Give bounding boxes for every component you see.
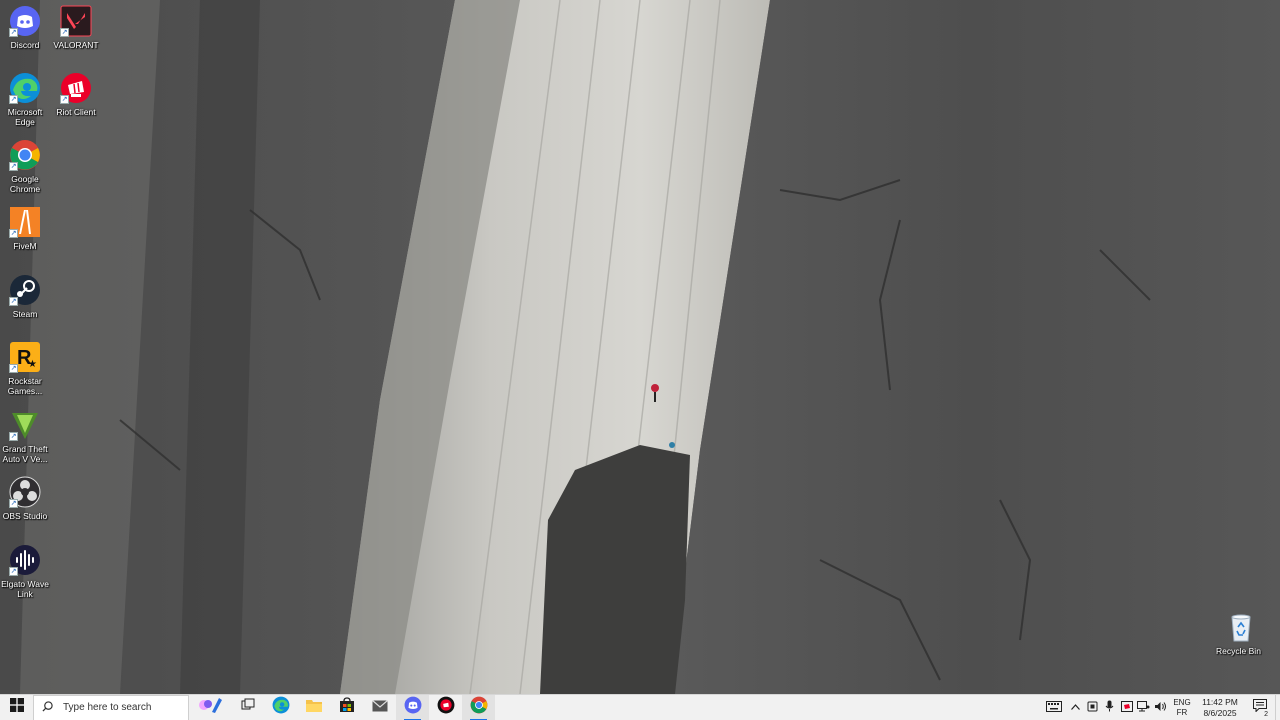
- svg-text:★: ★: [28, 359, 37, 370]
- riot-client-icon: [437, 696, 455, 719]
- desktop-icon-label: Recycle Bin: [1216, 646, 1261, 656]
- tray-riot-button[interactable]: [1118, 695, 1135, 720]
- notification-count-badge: 2: [1263, 710, 1269, 718]
- clock-time: 11:42 PM: [1202, 696, 1238, 707]
- desktop-icon-label: FiveM: [13, 241, 37, 251]
- shortcut-arrow-icon: ↗: [9, 567, 18, 576]
- taskbar-app-discord[interactable]: [396, 694, 429, 720]
- desktop-icon-google-chrome[interactable]: ↗ Google Chrome: [0, 139, 50, 194]
- shortcut-arrow-icon: ↗: [60, 28, 69, 37]
- desktop-icon-label: Riot Client: [56, 107, 96, 117]
- desktop-icon-recycle-bin[interactable]: Recycle Bin: [1216, 611, 1266, 656]
- fivem-icon: ↗: [9, 206, 41, 238]
- riot-client-icon: ↗: [60, 72, 92, 104]
- microsoft-store-icon: [339, 697, 355, 718]
- taskbar-search-box[interactable]: Type here to search: [33, 694, 189, 720]
- tray-microphone-button[interactable]: [1101, 695, 1118, 720]
- shortcut-arrow-icon: ↗: [9, 28, 18, 37]
- system-tray: ENG FR 11:42 PM 8/6/2025 2: [1041, 694, 1280, 720]
- taskbar: Type here to search ENG FR 11:42 PM 8/6/…: [0, 694, 1280, 720]
- desktop-icon-obs-studio[interactable]: ↗ OBS Studio: [0, 476, 50, 521]
- steam-icon: ↗: [9, 274, 41, 306]
- shortcut-arrow-icon: ↗: [9, 229, 18, 238]
- language-primary: ENG: [1173, 697, 1191, 707]
- touch-keyboard-icon: [1046, 700, 1062, 715]
- action-center-button[interactable]: 2: [1245, 695, 1275, 720]
- shortcut-arrow-icon: ↗: [9, 162, 18, 171]
- desktop-icon-steam[interactable]: ↗ Steam: [0, 274, 50, 319]
- desktop-icon-fivem[interactable]: ↗ FiveM: [0, 206, 50, 251]
- elgato-wave-link-icon: ↗: [9, 544, 41, 576]
- windows-start-icon: [9, 698, 24, 717]
- input-language-indicator[interactable]: ENG FR: [1169, 698, 1195, 718]
- desktop-icon-label: OBS Studio: [2, 511, 48, 521]
- shortcut-arrow-icon: ↗: [9, 499, 18, 508]
- valorant-icon: ↗: [60, 5, 92, 37]
- task-view-icon: [241, 698, 255, 717]
- taskbar-app-file-explorer[interactable]: [297, 695, 330, 720]
- riot-client-icon: [1120, 700, 1133, 715]
- start-button[interactable]: [0, 695, 33, 720]
- recycle-bin-icon: [1225, 611, 1257, 643]
- tray-app-button[interactable]: [1084, 695, 1101, 720]
- search-icon: [42, 700, 53, 715]
- desktop-wallpaper: [0, 0, 1280, 694]
- discord-icon: ↗: [9, 5, 41, 37]
- chevron-up-icon: [1071, 702, 1080, 713]
- desktop-icon-label: Steam: [12, 309, 38, 319]
- discord-icon: [404, 696, 422, 719]
- gta-v-icon: ↗: [9, 409, 41, 441]
- tray-volume-button[interactable]: [1152, 695, 1169, 720]
- tray-app-icon: [1087, 701, 1098, 715]
- taskbar-app-microsoft-store[interactable]: [330, 695, 363, 720]
- taskbar-app-chrome[interactable]: [462, 694, 495, 720]
- tray-network-button[interactable]: [1135, 695, 1152, 720]
- desktop-icon-label: VALORANT: [53, 40, 99, 50]
- shortcut-arrow-icon: ↗: [9, 364, 18, 373]
- mail-icon: [371, 699, 388, 717]
- file-explorer-icon: [305, 697, 323, 718]
- desktop-icon-elgato-wave-link[interactable]: ↗ Elgato Wave Link: [0, 544, 50, 599]
- language-secondary: FR: [1176, 707, 1188, 717]
- taskbar-app-edge[interactable]: [264, 695, 297, 720]
- show-desktop-button[interactable]: [1275, 694, 1280, 720]
- shortcut-arrow-icon: ↗: [9, 297, 18, 306]
- taskbar-app-mail[interactable]: [363, 695, 396, 720]
- desktop-icon-discord[interactable]: ↗ Discord: [0, 5, 50, 50]
- desktop-icon-label: Grand Theft Auto V Ve...: [2, 444, 48, 464]
- volume-icon: [1154, 701, 1167, 715]
- obs-icon: ↗: [9, 476, 41, 508]
- desktop-icon-microsoft-edge[interactable]: ↗ Microsoft Edge: [0, 72, 50, 127]
- desktop-icon-label: Microsoft Edge: [7, 107, 43, 127]
- network-icon: [1137, 700, 1150, 715]
- shortcut-arrow-icon: ↗: [9, 432, 18, 441]
- chrome-icon: ↗: [9, 139, 41, 171]
- microphone-icon: [1105, 700, 1114, 715]
- desktop-icon-label: Google Chrome: [9, 174, 41, 194]
- chrome-icon: [470, 696, 488, 719]
- desktop-icon-riot-client[interactable]: ↗ Riot Client: [51, 72, 101, 117]
- tray-keyboard-button[interactable]: [1041, 695, 1067, 720]
- desktop-icon-gta-v[interactable]: ↗ Grand Theft Auto V Ve...: [0, 409, 50, 464]
- desktop-icon-label: Elgato Wave Link: [1, 579, 49, 599]
- shortcut-arrow-icon: ↗: [60, 95, 69, 104]
- desktop-icon-label: Rockstar Games...: [7, 376, 43, 396]
- search-placeholder: Type here to search: [63, 702, 152, 713]
- taskbar-task-view[interactable]: [231, 695, 264, 720]
- taskbar-app-riot-client[interactable]: [429, 695, 462, 720]
- tray-overflow-button[interactable]: [1067, 695, 1084, 720]
- clock-date: 8/6/2025: [1203, 707, 1237, 718]
- search-highlight-button[interactable]: [189, 695, 231, 720]
- taskbar-clock[interactable]: 11:42 PM 8/6/2025: [1195, 697, 1245, 719]
- search-highlight-icon: [197, 696, 223, 719]
- edge-icon: ↗: [9, 72, 41, 104]
- edge-icon: [272, 696, 290, 719]
- desktop-icon-label: Discord: [10, 40, 40, 50]
- rockstar-icon: R ★ ↗: [9, 341, 41, 373]
- desktop-icon-valorant[interactable]: ↗ VALORANT: [51, 5, 101, 50]
- desktop-icon-rockstar-games[interactable]: R ★ ↗ Rockstar Games...: [0, 341, 50, 396]
- shortcut-arrow-icon: ↗: [9, 95, 18, 104]
